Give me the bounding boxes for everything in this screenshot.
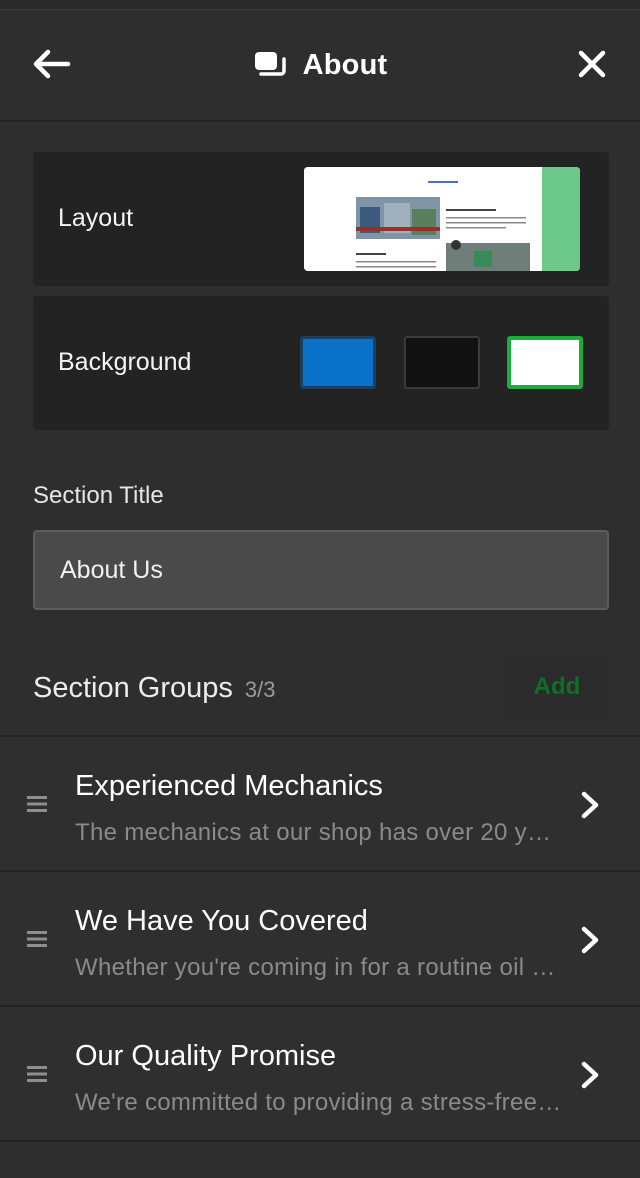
layout-card: Layout [33,152,609,286]
arrow-left-icon [33,49,71,79]
group-description: The mechanics at our shop has over 20 ye… [75,819,563,846]
group-row-our-quality-promise[interactable]: Our Quality Promise We're committed to p… [0,1007,640,1142]
group-row-we-have-you-covered[interactable]: We Have You Covered Whether you're comin… [0,872,640,1007]
layout-label: Layout [58,204,134,232]
group-title: Our Quality Promise [75,1040,337,1072]
layout-thumbnail[interactable] [304,167,580,271]
back-button[interactable] [30,48,72,80]
section-groups-title: Section Groups [33,672,233,704]
add-group-button[interactable]: Add [505,655,609,719]
background-swatch-blue[interactable] [300,336,376,389]
section-title-input[interactable] [33,530,609,610]
panel-header: About [0,10,640,122]
group-description: We're committed to providing a stress-fr… [75,1089,563,1116]
drag-handle-icon[interactable] [25,927,49,951]
background-label: Background [58,348,192,376]
background-swatch-black[interactable] [404,336,480,389]
section-groups-count: 3/3 [244,677,276,702]
group-title: Experienced Mechanics [75,770,383,802]
close-icon [578,50,606,78]
drag-handle-icon[interactable] [25,792,49,816]
panel-title: About [302,48,388,81]
group-title: We Have You Covered [75,905,368,937]
close-button[interactable] [578,50,606,78]
panel-title-group: About [253,49,388,82]
background-card: Background [33,296,609,430]
chevron-right-icon [581,1061,599,1089]
top-divider [0,0,640,10]
chevron-right-icon [581,791,599,819]
group-row-experienced-mechanics[interactable]: Experienced Mechanics The mechanics at o… [0,737,640,872]
chevron-right-icon [581,926,599,954]
section-stack-icon [254,52,286,76]
section-groups-header: Section Groups 3/3 [33,672,275,705]
section-title-label: Section Title [33,482,164,509]
section-groups-list: Experienced Mechanics The mechanics at o… [0,735,640,1142]
layout-preview-image [304,167,580,271]
group-description: Whether you're coming in for a routine o… [75,954,563,981]
background-swatch-white[interactable] [507,336,583,389]
drag-handle-icon[interactable] [25,1062,49,1086]
